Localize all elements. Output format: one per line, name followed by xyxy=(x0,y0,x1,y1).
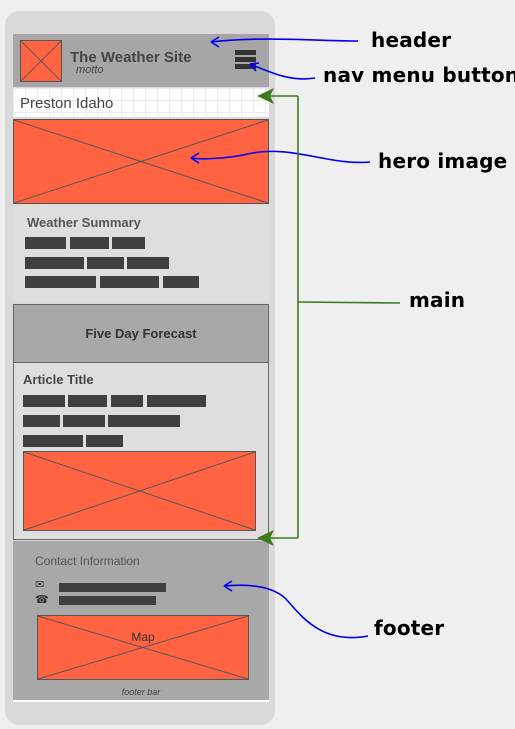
phone-icon: ☎ xyxy=(35,594,49,606)
five-day-forecast-label: Five Day Forecast xyxy=(85,326,197,341)
text-line-placeholder xyxy=(127,257,169,269)
main-bracket-pointer xyxy=(297,301,401,304)
annotation-main: main xyxy=(409,288,466,312)
text-line-placeholder xyxy=(23,435,83,447)
text-line-placeholder xyxy=(70,237,109,249)
article-image xyxy=(23,451,256,531)
text-line-placeholder xyxy=(100,276,159,288)
logo-placeholder xyxy=(20,40,62,82)
text-line-placeholder xyxy=(111,395,143,407)
menu-bar-icon xyxy=(235,64,256,69)
text-line-placeholder xyxy=(25,276,96,288)
hero-image xyxy=(13,119,269,204)
text-line-placeholder xyxy=(25,237,66,249)
email-placeholder xyxy=(59,583,166,592)
contact-information-title: Contact Information xyxy=(35,554,140,568)
map-label: Map xyxy=(131,630,155,644)
weather-summary-title: Weather Summary xyxy=(27,215,141,230)
menu-bar-icon xyxy=(235,50,256,55)
phone-placeholder xyxy=(59,596,156,605)
menu-bar-icon xyxy=(235,57,256,62)
envelope-icon: ✉ xyxy=(35,579,45,591)
footer-bar: footer bar xyxy=(121,687,161,697)
annotation-nav-menu-button: nav menu button xyxy=(323,63,515,87)
map-placeholder: Map xyxy=(37,615,249,680)
text-line-placeholder xyxy=(63,415,105,427)
text-line-placeholder xyxy=(108,415,180,427)
text-line-placeholder xyxy=(68,395,107,407)
text-line-placeholder xyxy=(23,415,60,427)
text-line-placeholder xyxy=(23,395,65,407)
text-line-placeholder xyxy=(86,435,123,447)
annotation-footer: footer xyxy=(374,616,445,640)
annotation-hero-image: hero image xyxy=(378,149,508,173)
text-line-placeholder xyxy=(25,257,84,269)
article-title: Article Title xyxy=(23,372,94,387)
text-line-placeholder xyxy=(87,257,124,269)
text-line-placeholder xyxy=(163,276,199,288)
footer-bottom-line xyxy=(13,700,269,702)
text-line-placeholder xyxy=(147,395,206,407)
location-text: Preston Idaho xyxy=(20,95,114,112)
annotation-header: header xyxy=(371,28,452,52)
site-motto: motto xyxy=(76,64,104,76)
nav-menu-button[interactable] xyxy=(235,50,256,70)
text-line-placeholder xyxy=(112,237,145,249)
